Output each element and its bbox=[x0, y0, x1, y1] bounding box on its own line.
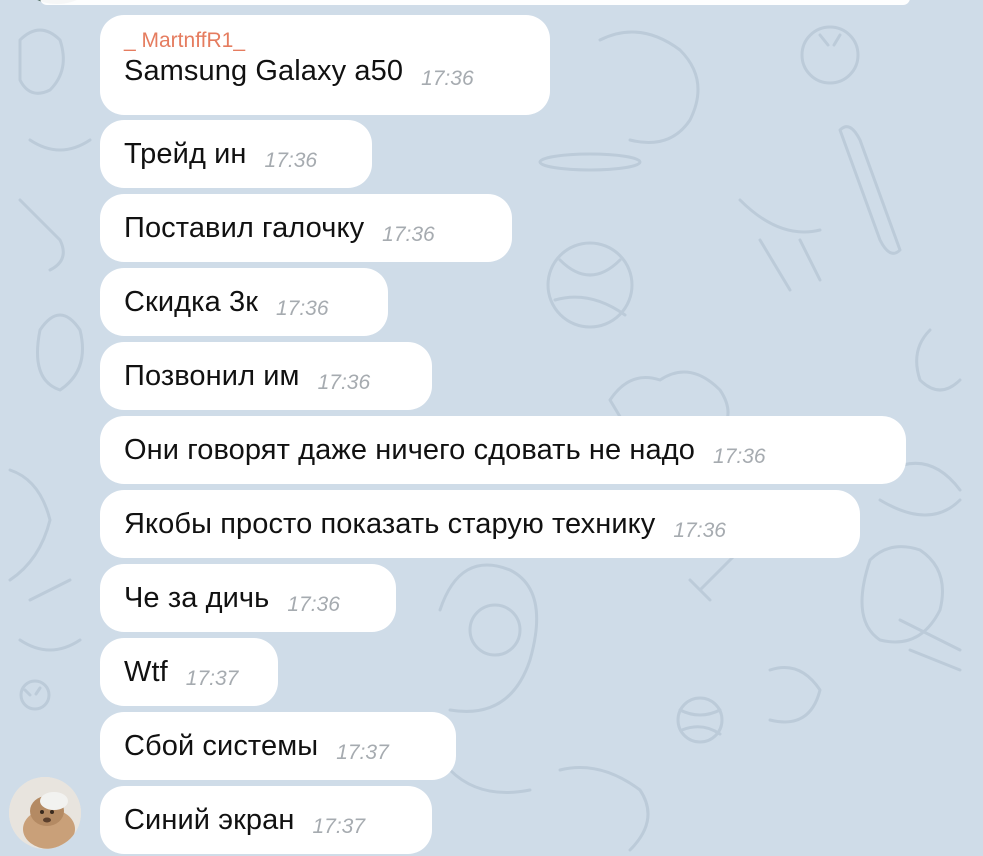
message-bubble[interactable]: Поставил галочку 17:36 bbox=[100, 194, 512, 262]
message-time: 17:36 bbox=[264, 149, 318, 172]
message-text: Трейд ин bbox=[124, 137, 247, 170]
message-text: Синий экран bbox=[124, 803, 295, 836]
message-time: 17:36 bbox=[673, 519, 726, 542]
message-bubble[interactable]: _ MartnffR1_ Samsung Galaxy a50 17:36 bbox=[100, 15, 550, 115]
message-bubble[interactable]: Трейд ин 17:36 bbox=[100, 120, 372, 188]
message-time: 17:36 bbox=[275, 297, 329, 320]
message-time: 17:36 bbox=[421, 66, 474, 90]
message-time: 17:37 bbox=[312, 815, 366, 838]
message-text: Че за дичь bbox=[124, 581, 270, 614]
message-bubble[interactable]: Че за дичь 17:36 bbox=[100, 564, 396, 632]
message-text: Позвонил им bbox=[124, 359, 300, 392]
previous-message-edge bbox=[0, 0, 983, 5]
message-text: Samsung Galaxy a50 bbox=[124, 55, 404, 87]
message-time: 17:36 bbox=[317, 371, 371, 394]
message-time: 17:36 bbox=[287, 593, 340, 616]
message-bubble[interactable]: Wtf 17:37 bbox=[100, 638, 278, 706]
previous-bubble-edge bbox=[40, 0, 910, 5]
message-time: 17:37 bbox=[185, 667, 239, 690]
message-text: Якобы просто показать старую технику bbox=[124, 507, 656, 540]
message-time: 17:36 bbox=[713, 445, 766, 468]
avatar-photo bbox=[9, 777, 81, 849]
message-text: Они говорят даже ничего сдовать не надо bbox=[124, 433, 696, 466]
message-bubble[interactable]: Скидка 3к 17:36 bbox=[100, 268, 388, 336]
message-bubble[interactable]: Они говорят даже ничего сдовать не надо … bbox=[100, 416, 906, 484]
message-time: 17:36 bbox=[382, 223, 435, 246]
message-text: Wtf bbox=[124, 655, 168, 688]
message-time: 17:37 bbox=[336, 741, 389, 764]
message-text: Сбой системы bbox=[124, 729, 319, 762]
message-bubble[interactable]: Синий экран 17:37 bbox=[100, 786, 432, 854]
message-bubble[interactable]: Позвонил им 17:36 bbox=[100, 342, 432, 410]
message-bubble[interactable]: Якобы просто показать старую технику 17:… bbox=[100, 490, 860, 558]
sender-name[interactable]: _ MartnffR1_ bbox=[124, 29, 524, 53]
message-text: Поставил галочку bbox=[124, 211, 365, 244]
message-bubble[interactable]: Сбой системы 17:37 bbox=[100, 712, 456, 780]
message-text: Скидка 3к bbox=[124, 285, 258, 318]
sender-avatar[interactable] bbox=[9, 777, 81, 849]
